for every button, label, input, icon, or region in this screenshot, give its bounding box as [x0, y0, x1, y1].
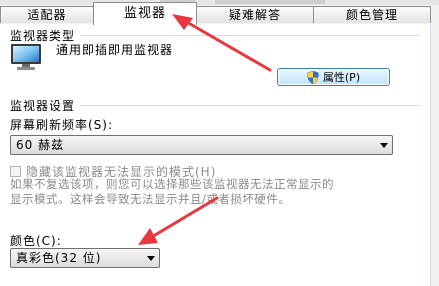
- monitor-name: 通用即插即用监视器: [56, 43, 174, 57]
- hide-modes-checkbox[interactable]: [10, 166, 21, 177]
- uac-shield-icon: [307, 70, 319, 84]
- tab-bar: 适配器 监视器 疑难解答 颜色管理: [0, 2, 439, 26]
- properties-button-label: 属性(P): [322, 71, 361, 84]
- group-divider: [80, 35, 420, 36]
- refresh-rate-label: 屏幕刷新频率(S):: [10, 118, 114, 132]
- colors-label: 颜色(C):: [10, 234, 62, 248]
- tab-monitor[interactable]: 监视器: [93, 2, 197, 25]
- group-divider: [80, 105, 420, 106]
- properties-button[interactable]: 属性(P): [277, 68, 390, 86]
- hint-line-1: 如果不复选该项，则您可以选择那些该监视器无法正常显示的: [10, 177, 334, 191]
- monitor-icon: [11, 44, 41, 70]
- refresh-rate-value: 60 赫兹: [16, 138, 65, 152]
- tab-troubleshoot[interactable]: 疑难解答: [196, 6, 314, 23]
- panel-edge: [430, 24, 439, 286]
- hide-modes-hint: 如果不复选该项，则您可以选择那些该监视器无法正常显示的 显示模式。这样会导致无法…: [10, 177, 405, 207]
- hint-line-2: 显示模式。这样会导致无法显示并且/或者损坏硬件。: [10, 192, 291, 206]
- refresh-rate-dropdown[interactable]: 60 赫兹: [10, 135, 393, 155]
- monitor-tab-panel: [0, 24, 439, 286]
- colors-value: 真彩色(32 位): [16, 251, 102, 265]
- chevron-down-icon: [380, 143, 388, 148]
- chevron-down-icon: [147, 256, 155, 261]
- tab-adapter[interactable]: 适配器: [0, 6, 94, 23]
- monitor-settings-group-title: 监视器设置: [10, 99, 76, 113]
- tab-color-management[interactable]: 颜色管理: [313, 6, 431, 23]
- colors-dropdown[interactable]: 真彩色(32 位): [10, 248, 160, 268]
